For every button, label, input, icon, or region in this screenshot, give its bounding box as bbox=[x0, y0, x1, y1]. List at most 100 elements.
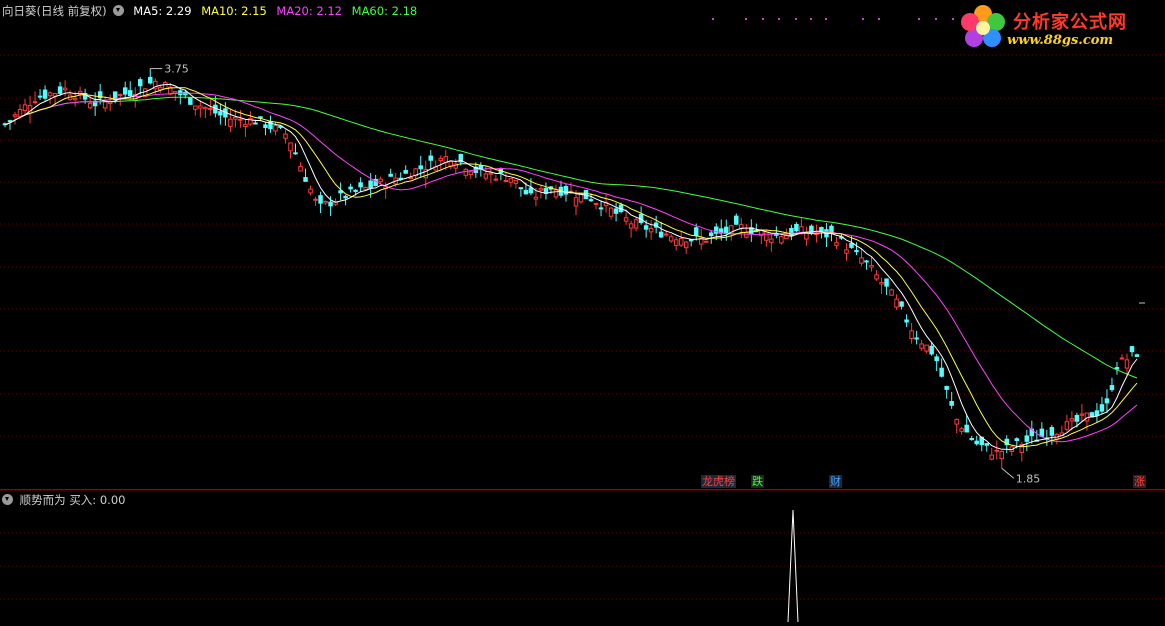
candle-body bbox=[483, 173, 489, 179]
candle-body bbox=[854, 250, 859, 253]
candle-body bbox=[1104, 398, 1110, 404]
chart-stage[interactable]: 3.75 1.85 bbox=[0, 0, 1165, 623]
candle-body bbox=[378, 178, 383, 183]
candle-body bbox=[573, 197, 579, 207]
candle-body bbox=[944, 385, 949, 390]
candle-body bbox=[1094, 410, 1100, 416]
candle-body bbox=[563, 186, 569, 195]
candle-body bbox=[1074, 414, 1080, 422]
indicator-title[interactable]: 顺势而为 bbox=[20, 493, 66, 507]
candle-body bbox=[1024, 435, 1030, 442]
candle-body bbox=[879, 281, 884, 285]
candle-body bbox=[328, 201, 333, 207]
candle-body bbox=[47, 92, 53, 97]
candle-body bbox=[608, 207, 614, 217]
candle-body bbox=[724, 226, 729, 234]
candle-body bbox=[954, 418, 959, 425]
event-badge-fall[interactable]: 跌 bbox=[751, 475, 764, 488]
candle-body bbox=[1014, 438, 1020, 442]
candle-body bbox=[358, 182, 363, 188]
candle-body bbox=[533, 196, 539, 200]
candle-body bbox=[32, 101, 38, 104]
candle-body bbox=[1119, 357, 1125, 360]
candle-body bbox=[508, 178, 514, 183]
candle-body bbox=[1134, 354, 1140, 357]
candle-body bbox=[999, 450, 1005, 460]
stock-name[interactable]: 向日葵(日线 前复权) bbox=[2, 4, 107, 18]
candle-body bbox=[52, 93, 58, 97]
logo-title: 分析家公式网 bbox=[1013, 12, 1127, 33]
candle-body bbox=[1109, 385, 1115, 391]
candle-body bbox=[37, 95, 43, 98]
ma10-line bbox=[4, 87, 1138, 448]
candle-body bbox=[1079, 413, 1085, 416]
candle-body bbox=[42, 89, 48, 99]
candle-body bbox=[243, 123, 248, 128]
candle-body bbox=[12, 114, 18, 117]
candle-body bbox=[273, 125, 278, 132]
ma5-line bbox=[4, 83, 1138, 451]
candle-body bbox=[87, 102, 93, 109]
top-dot-marker bbox=[795, 18, 797, 20]
ma60-line bbox=[4, 96, 1138, 379]
candle-body bbox=[673, 239, 679, 246]
site-logo: 分析家公式网 www.88gs.com bbox=[957, 2, 1157, 54]
candle-body bbox=[303, 177, 308, 182]
candle-body bbox=[518, 187, 524, 190]
candle-body bbox=[1129, 346, 1135, 353]
indicator-circle-icon[interactable] bbox=[2, 494, 13, 505]
candle-body bbox=[293, 152, 298, 155]
top-dot-marker bbox=[935, 18, 937, 20]
candle-body bbox=[1039, 428, 1045, 437]
candle-body bbox=[633, 219, 639, 229]
ma20-value: MA20: 2.12 bbox=[276, 4, 342, 18]
top-dot-marker bbox=[825, 18, 827, 20]
candle-body bbox=[794, 223, 799, 232]
ma60-value: MA60: 2.18 bbox=[351, 4, 418, 18]
candle-body bbox=[658, 231, 664, 238]
candle-body bbox=[253, 122, 258, 125]
candle-body bbox=[683, 241, 689, 249]
candle-body bbox=[588, 199, 594, 202]
candle-body bbox=[127, 90, 133, 97]
candle-body bbox=[939, 367, 944, 377]
candle-body bbox=[323, 200, 328, 204]
candle-body bbox=[418, 165, 423, 170]
chart-header: 向日葵(日线 前复权) MA5: 2.29 MA10: 2.15 MA20: 2… bbox=[2, 3, 423, 19]
dropdown-circle-icon[interactable] bbox=[112, 5, 124, 16]
candle-body bbox=[819, 227, 824, 232]
event-badge-finance[interactable]: 财 bbox=[829, 475, 842, 488]
candle-body bbox=[989, 454, 994, 460]
candle-body bbox=[628, 223, 634, 229]
candle-body bbox=[593, 202, 599, 205]
candle-body bbox=[158, 86, 163, 91]
candle-body bbox=[764, 231, 769, 241]
candle-body bbox=[909, 330, 914, 340]
candle-body bbox=[137, 79, 143, 87]
top-dot-marker bbox=[918, 18, 920, 20]
candle-body bbox=[643, 225, 649, 230]
candle-body bbox=[789, 227, 794, 237]
high-price-label: 3.75 bbox=[164, 63, 189, 76]
candle-body bbox=[1069, 418, 1075, 422]
indicator-header: 顺势而为 买入: 0.00 bbox=[2, 492, 125, 508]
candle-body bbox=[218, 111, 223, 116]
candle-body bbox=[648, 227, 654, 233]
candle-body bbox=[308, 188, 313, 194]
candle-body bbox=[1064, 421, 1070, 430]
candle-body bbox=[198, 105, 203, 109]
candle-body bbox=[163, 82, 168, 90]
candle-body bbox=[693, 227, 699, 236]
top-dot-marker bbox=[745, 18, 747, 20]
candle-body bbox=[463, 168, 469, 176]
event-badge-dragon-tiger[interactable]: 龙虎榜 bbox=[701, 475, 736, 488]
candle-body bbox=[203, 106, 208, 110]
candle-body bbox=[313, 198, 318, 201]
candle-body bbox=[428, 155, 434, 161]
candle-body bbox=[488, 172, 494, 175]
candle-body bbox=[7, 120, 13, 123]
event-badge-rise[interactable]: 涨 bbox=[1133, 475, 1146, 488]
candle-body bbox=[208, 107, 213, 110]
kline-chart[interactable]: 3.75 1.85 bbox=[0, 0, 1165, 623]
candle-body bbox=[708, 232, 714, 237]
